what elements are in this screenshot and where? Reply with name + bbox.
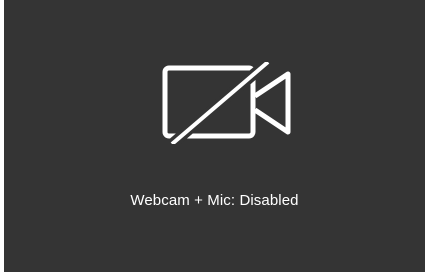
camera-off-icon [162,62,291,144]
webcam-panel: Webcam + Mic: Disabled [4,0,425,272]
status-text: Webcam + Mic: Disabled [130,192,299,209]
